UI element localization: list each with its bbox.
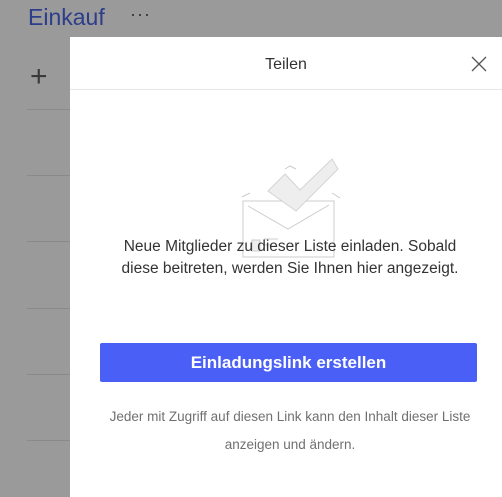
divider [27,109,70,110]
divider [27,241,70,242]
share-dialog: Teilen Neue Mitglieder zu dieser Liste e… [70,37,502,497]
divider [27,308,70,309]
divider [27,374,70,375]
divider [27,175,70,176]
add-task-button[interactable]: + [30,62,48,92]
more-options-button[interactable]: ··· [130,4,151,25]
close-icon[interactable] [470,55,488,73]
link-access-note: Jeder mit Zugriff auf diesen Link kann d… [109,409,471,452]
dialog-title: Teilen [265,56,307,73]
list-title[interactable]: Einkauf [28,4,105,31]
invite-message: Neue Mitglieder zu dieser Liste einladen… [121,238,459,277]
divider [27,440,70,441]
dialog-header: Teilen [70,37,502,90]
create-invite-link-button[interactable]: Einladungslink erstellen [100,343,477,382]
